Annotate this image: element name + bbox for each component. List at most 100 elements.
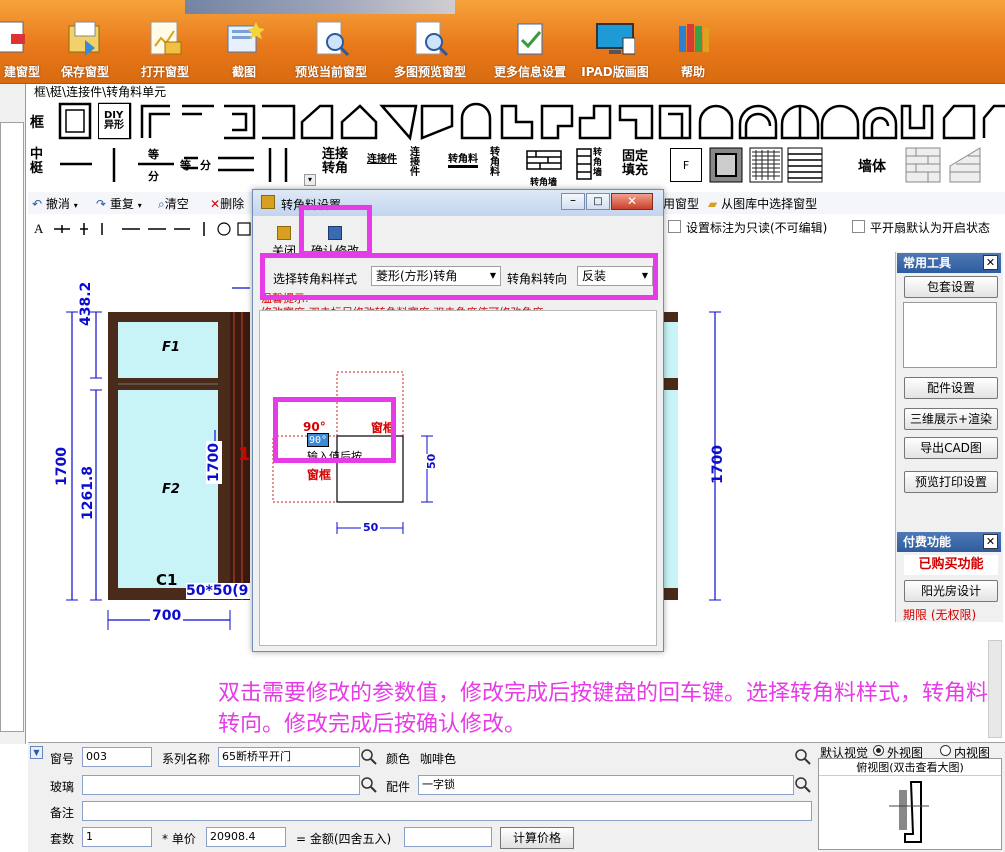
palette-row-mullion-label: 中梃 <box>30 147 44 176</box>
dim-top-height[interactable]: 438.2 <box>78 282 94 326</box>
paid-panel-title: 付费功能 ✕ <box>897 532 1001 552</box>
top-view-panel[interactable]: 俯视图(双击查看大图) <box>818 758 1002 850</box>
toolbar-screenshot-button[interactable]: 截图 <box>214 18 274 82</box>
readonly-checkbox[interactable] <box>668 220 681 233</box>
export-cad-button[interactable]: 导出CAD图 <box>904 437 998 459</box>
dim-height-50[interactable]: 50 <box>425 453 438 469</box>
fixed-fill-button[interactable]: 固定 填充 <box>622 150 648 178</box>
window-no-label: 窗号 <box>50 752 75 766</box>
color-label: 颜色 <box>386 752 411 766</box>
common-window-button[interactable]: 用窗型 <box>663 195 699 212</box>
parts-settings-button[interactable]: 配件设置 <box>904 377 998 399</box>
undo-button[interactable]: ↶ 撤消 ▾ <box>32 195 78 212</box>
dim-width-left[interactable]: 700 <box>150 608 184 624</box>
color-search-icon[interactable] <box>794 748 812 766</box>
c1-label: C1 <box>156 571 178 589</box>
window-no-field[interactable]: 003 <box>82 747 152 767</box>
3d-render-button[interactable]: 三维展示+渲染 <box>904 408 998 430</box>
top-view-label: 俯视图(双击查看大图) <box>819 759 1001 776</box>
toolbar-preview-button[interactable]: 预览当前窗型 <box>286 18 376 82</box>
delete-button[interactable]: ✕删除 <box>210 195 244 212</box>
dim-right-height[interactable]: 1700 <box>710 445 726 484</box>
connector-vertical-button[interactable]: 连 接 件 <box>410 148 420 178</box>
toolbar-open-window-button[interactable]: 打开窗型 <box>134 18 196 82</box>
instruction-text: 双击需要修改的参数值，修改完成后按键盘的回车键。选择转角料样式，转角料转向。修改… <box>218 681 989 737</box>
tools-panel-close-icon[interactable]: ✕ <box>983 255 998 270</box>
series-search-icon[interactable] <box>360 748 378 766</box>
toolbar-help-button[interactable]: 帮助 <box>664 18 722 82</box>
wall-label: 墙体 <box>858 159 886 175</box>
print-preview-button[interactable]: 预览打印设置 <box>904 471 998 493</box>
series-field[interactable]: 65断桥平开门 <box>218 747 360 767</box>
calculate-price-button[interactable]: 计算价格 <box>500 827 574 849</box>
mullion-shapes-row[interactable]: 等 分 等 分 <box>56 144 326 186</box>
ipad-icon <box>595 18 635 58</box>
purchased-label: 已购买功能 <box>904 555 998 575</box>
note-label: 备注 <box>50 806 75 820</box>
unit-price-label: * 单价 <box>162 832 196 846</box>
inner-view-radio[interactable] <box>940 745 951 756</box>
tools-preview-box <box>903 302 997 368</box>
glass-field[interactable] <box>82 775 360 795</box>
dim-mid-height[interactable]: 1700 <box>206 441 222 484</box>
glass-label: 玻璃 <box>50 780 75 794</box>
amount-field[interactable] <box>404 827 492 847</box>
toolbar-save-window-button[interactable]: 保存窗型 <box>54 18 116 82</box>
unit-price-field[interactable]: 20908.4 <box>206 827 286 847</box>
sunroom-design-button[interactable]: 阳光房设计 <box>904 580 998 602</box>
left-panel-list[interactable] <box>0 122 24 732</box>
toolbar-multi-preview-button[interactable]: 多图预览窗型 <box>384 18 476 82</box>
diy-shape-button[interactable]: DIY 异形 <box>98 103 130 139</box>
redo-icon: ↷ <box>96 197 107 211</box>
highlight-options-row <box>260 253 658 300</box>
frame-shapes-row[interactable] <box>56 100 1005 144</box>
note-field[interactable] <box>82 801 812 821</box>
redo-button[interactable]: ↷ 重复 ▾ <box>96 195 142 212</box>
default-open-checkbox[interactable] <box>852 220 865 233</box>
parts-field[interactable]: 一字锁 <box>418 775 794 795</box>
palette-row-frame-label: 框 <box>30 115 44 131</box>
glass-search-icon[interactable] <box>360 776 378 794</box>
top-view-image <box>889 781 929 843</box>
outer-view-radio[interactable] <box>873 745 884 756</box>
dialog-minimize-button[interactable]: – <box>561 193 585 210</box>
corner-post-horizontal-button[interactable]: 转角料 <box>448 150 478 168</box>
toolbar-new-window-button[interactable]: 建窗型 <box>0 18 40 82</box>
license-term-label: 期限 (无权限) <box>903 608 977 622</box>
connector-horizontal-button[interactable]: 连接件 <box>367 150 397 165</box>
fill-f-button[interactable]: F <box>670 148 702 182</box>
dim-bottom-height[interactable]: 1261.8 <box>80 466 96 520</box>
corner-post-vertical-button[interactable]: 转 角 料 <box>490 148 500 178</box>
collapse-toggle[interactable]: ▼ <box>30 746 43 759</box>
corner-wall-horizontal-button[interactable]: 转角墙 <box>526 150 564 188</box>
dim-total-height-left[interactable]: 1700 <box>54 447 70 486</box>
svg-text:1: 1 <box>238 444 251 465</box>
dialog-close-x-button[interactable]: ✕ <box>611 193 653 210</box>
line-tools-row[interactable]: A <box>30 219 270 237</box>
connector-corner-button[interactable]: 连接 转角 <box>322 148 348 176</box>
clear-icon: ⌕ <box>158 197 165 211</box>
parts-search-icon[interactable] <box>794 776 812 794</box>
clear-button[interactable]: ⌕清空 <box>158 195 189 212</box>
sets-field[interactable]: 1 <box>82 827 152 847</box>
pick-from-library-button[interactable]: ▰ 从图库中选择窗型 <box>708 195 817 212</box>
palette-expand-button[interactable]: ▾ <box>304 174 316 186</box>
dim-width-50[interactable]: 50 <box>361 521 381 534</box>
svg-text:等: 等 <box>179 158 191 172</box>
brick-column-icon <box>576 148 592 180</box>
color-value[interactable]: 咖啡色 <box>420 750 456 767</box>
package-settings-button[interactable]: 包套设置 <box>904 276 998 298</box>
dialog-maximize-button[interactable]: □ <box>586 193 610 210</box>
fill-pattern-buttons[interactable] <box>708 146 828 184</box>
paid-panel-close-icon[interactable]: ✕ <box>983 534 998 549</box>
svg-text:A: A <box>34 221 44 236</box>
delete-icon: ✕ <box>210 197 221 211</box>
wall-pattern-buttons[interactable] <box>904 146 1004 184</box>
new-window-icon <box>0 18 34 58</box>
dialog-close-button[interactable]: 关闭 <box>267 226 301 258</box>
toolbar-ipad-button[interactable]: IPAD版画图 <box>578 18 652 82</box>
toolbar-more-settings-button[interactable]: 更多信息设置 <box>486 18 574 82</box>
pane-f1-label: F1 <box>162 340 180 355</box>
highlight-confirm-button <box>299 205 372 256</box>
palette-breadcrumb: 框\梃\连接件\转角料单元 <box>34 85 167 99</box>
